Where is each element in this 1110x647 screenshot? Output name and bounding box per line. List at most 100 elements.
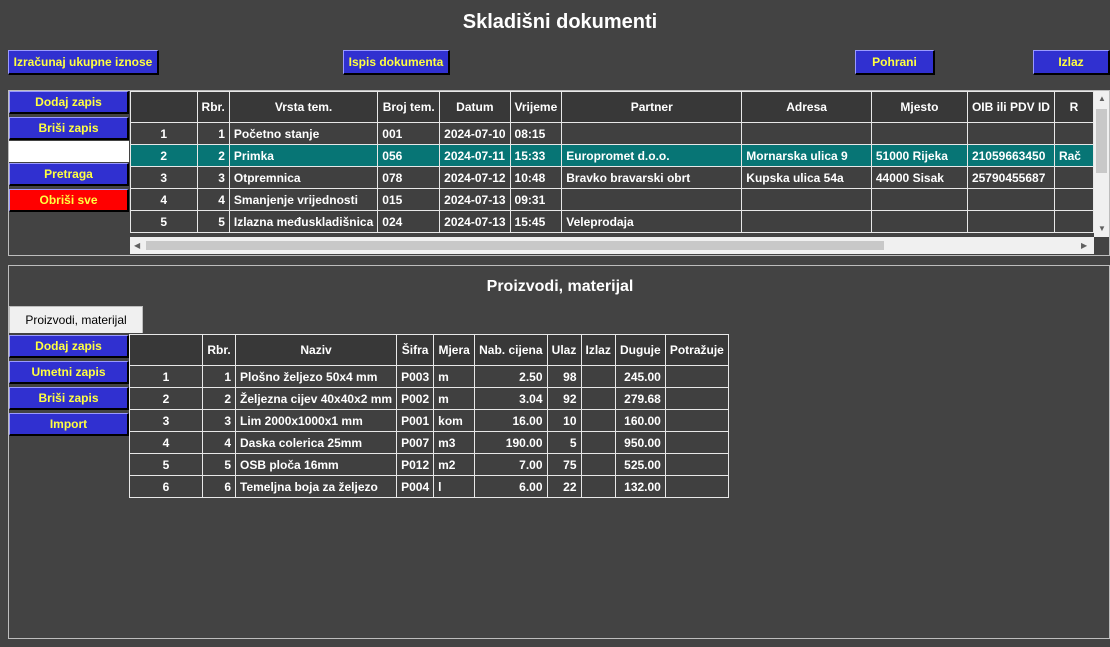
- col-header-purchase-price[interactable]: Nab. cijena: [474, 334, 548, 366]
- delete-document-button[interactable]: Briši zapis: [9, 117, 129, 140]
- table-row[interactable]: 4 4 Daska colerica 25mm P007 m3 190.00 5…: [129, 431, 729, 454]
- add-product-button[interactable]: Dodaj zapis: [9, 335, 129, 358]
- cell-time[interactable]: 10:48: [509, 166, 563, 189]
- cell-address[interactable]: Mornarska ulica 9: [741, 144, 872, 167]
- cell-credit[interactable]: [664, 475, 729, 498]
- cell-time[interactable]: 09:31: [509, 188, 563, 211]
- row-index[interactable]: 1: [130, 122, 198, 145]
- cell-unit[interactable]: kom: [433, 409, 476, 432]
- cell-date[interactable]: 2024-07-10: [439, 122, 511, 145]
- calculate-totals-button[interactable]: Izračunaj ukupne iznose: [8, 50, 159, 75]
- documents-horizontal-scrollbar[interactable]: ◀ ▶: [130, 237, 1094, 254]
- search-button[interactable]: Pretraga: [9, 163, 129, 186]
- cell-extra[interactable]: [1053, 122, 1094, 145]
- cell-oib[interactable]: 21059663450: [966, 144, 1055, 167]
- cell-city[interactable]: 51000 Rijeka: [870, 144, 968, 167]
- cell-purchase-price[interactable]: 2.50: [474, 365, 548, 388]
- cell-partner[interactable]: [561, 188, 743, 211]
- row-index[interactable]: 6: [129, 475, 203, 498]
- cell-oib[interactable]: 25790455687: [966, 166, 1055, 189]
- col-header[interactable]: [130, 91, 198, 123]
- cell-doc-number[interactable]: 056: [377, 144, 441, 167]
- col-header[interactable]: [129, 334, 203, 366]
- col-header-doc-number[interactable]: Broj tem.: [377, 91, 441, 123]
- row-index[interactable]: 2: [129, 387, 203, 410]
- col-header-partner[interactable]: Partner: [561, 91, 743, 123]
- cell-rbr[interactable]: 1: [202, 365, 236, 388]
- cell-debit[interactable]: 950.00: [614, 431, 666, 454]
- cell-name[interactable]: Željezna cijev 40x40x2 mm: [234, 387, 398, 410]
- insert-product-button[interactable]: Umetni zapis: [9, 361, 129, 384]
- search-input[interactable]: [9, 141, 129, 162]
- cell-doc-type[interactable]: Primka: [228, 144, 379, 167]
- table-row[interactable]: 3 3 Lim 2000x1000x1 mm P001 kom 16.00 10…: [129, 409, 729, 432]
- col-header-date[interactable]: Datum: [439, 91, 511, 123]
- cell-rbr[interactable]: 4: [196, 188, 230, 211]
- cell-rbr[interactable]: 3: [196, 166, 230, 189]
- exit-button[interactable]: Izlaz: [1033, 50, 1110, 75]
- row-index[interactable]: 5: [130, 210, 198, 233]
- col-header-time[interactable]: Vrijeme: [509, 91, 563, 123]
- cell-in[interactable]: 75: [546, 453, 582, 476]
- add-document-button[interactable]: Dodaj zapis: [9, 91, 129, 114]
- cell-in[interactable]: 10: [546, 409, 582, 432]
- tab-products-materials[interactable]: Proizvodi, materijal: [9, 306, 143, 333]
- row-index[interactable]: 3: [129, 409, 203, 432]
- table-row[interactable]: 2 2 Željezna cijev 40x40x2 mm P002 m 3.0…: [129, 387, 729, 410]
- cell-code[interactable]: P001: [396, 409, 435, 432]
- col-header-out[interactable]: Izlaz: [580, 334, 616, 366]
- col-header-doc-type[interactable]: Vrsta tem.: [228, 91, 379, 123]
- cell-doc-number[interactable]: 078: [377, 166, 441, 189]
- cell-debit[interactable]: 279.68: [614, 387, 666, 410]
- cell-city[interactable]: [870, 210, 968, 233]
- col-header-debit[interactable]: Duguje: [614, 334, 666, 366]
- vertical-scroll-thumb[interactable]: [1096, 109, 1107, 173]
- cell-city[interactable]: 44000 Sisak: [870, 166, 968, 189]
- cell-rbr[interactable]: 5: [196, 210, 230, 233]
- row-index[interactable]: 5: [129, 453, 203, 476]
- cell-name[interactable]: Lim 2000x1000x1 mm: [234, 409, 398, 432]
- cell-city[interactable]: [870, 122, 968, 145]
- col-header-name[interactable]: Naziv: [234, 334, 398, 366]
- col-header-rbr[interactable]: Rbr.: [202, 334, 236, 366]
- table-row-selected[interactable]: 2 2 Primka 056 2024-07-11 15:33 Europrom…: [130, 144, 1094, 167]
- row-index[interactable]: 4: [130, 188, 198, 211]
- cell-address[interactable]: Kupska ulica 54a: [741, 166, 872, 189]
- cell-rbr[interactable]: 1: [196, 122, 230, 145]
- cell-out[interactable]: [580, 409, 616, 432]
- cell-date[interactable]: 2024-07-12: [439, 166, 511, 189]
- table-row[interactable]: 3 3 Otpremnica 078 2024-07-12 10:48 Brav…: [130, 166, 1094, 189]
- cell-code[interactable]: P012: [396, 453, 435, 476]
- scroll-left-icon[interactable]: ◀: [134, 241, 140, 251]
- cell-time[interactable]: 15:33: [509, 144, 563, 167]
- cell-time[interactable]: 15:45: [509, 210, 563, 233]
- col-header-extra[interactable]: R: [1053, 91, 1094, 123]
- col-header-address[interactable]: Adresa: [741, 91, 872, 123]
- cell-in[interactable]: 92: [546, 387, 582, 410]
- col-header-credit[interactable]: Potražuje: [664, 334, 729, 366]
- cell-debit[interactable]: 132.00: [614, 475, 666, 498]
- cell-in[interactable]: 98: [546, 365, 582, 388]
- cell-rbr[interactable]: 2: [202, 387, 236, 410]
- cell-credit[interactable]: [664, 409, 729, 432]
- cell-doc-number[interactable]: 001: [377, 122, 441, 145]
- cell-debit[interactable]: 525.00: [614, 453, 666, 476]
- cell-purchase-price[interactable]: 3.04: [474, 387, 548, 410]
- table-row[interactable]: 4 4 Smanjenje vrijednosti 015 2024-07-13…: [130, 188, 1094, 211]
- cell-time[interactable]: 08:15: [509, 122, 563, 145]
- cell-out[interactable]: [580, 387, 616, 410]
- scroll-right-icon[interactable]: ▶: [1081, 241, 1087, 251]
- cell-in[interactable]: 22: [546, 475, 582, 498]
- cell-date[interactable]: 2024-07-11: [439, 144, 511, 167]
- cell-code[interactable]: P002: [396, 387, 435, 410]
- cell-code[interactable]: P004: [396, 475, 435, 498]
- cell-rbr[interactable]: 6: [202, 475, 236, 498]
- table-row[interactable]: 6 6 Temeljna boja za željezo P004 l 6.00…: [129, 475, 729, 498]
- cell-purchase-price[interactable]: 7.00: [474, 453, 548, 476]
- cell-out[interactable]: [580, 453, 616, 476]
- cell-extra[interactable]: [1053, 210, 1094, 233]
- cell-unit[interactable]: m: [433, 387, 476, 410]
- table-row[interactable]: 5 5 Izlazna međuskladišnica 024 2024-07-…: [130, 210, 1094, 233]
- col-header-code[interactable]: Šifra: [396, 334, 435, 366]
- cell-oib[interactable]: [966, 210, 1055, 233]
